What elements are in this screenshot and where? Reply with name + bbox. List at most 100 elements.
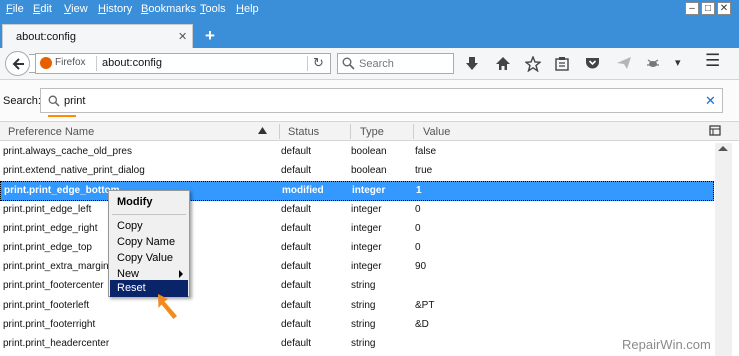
menu-tools[interactable]: Tools [200, 3, 226, 15]
pref-name: print.print_edge_left [3, 203, 92, 215]
maximize-button[interactable]: □ [701, 2, 715, 15]
scroll-up-arrow-icon[interactable] [718, 146, 728, 151]
pref-name: print.print_edge_right [3, 222, 98, 234]
menu-history[interactable]: History [98, 3, 132, 15]
bookmarks-menu-icon[interactable] [555, 56, 571, 72]
watermark: RepairWin.com [622, 337, 711, 352]
hamburger-menu-icon[interactable]: ☰ [705, 51, 720, 71]
url-text[interactable]: about:config [102, 57, 162, 69]
search-placeholder: Search [359, 58, 394, 70]
pocket-icon[interactable] [585, 56, 601, 72]
pref-name: print.print_extra_margin [3, 261, 109, 273]
table-row[interactable]: print.extend_native_print_dialog default… [0, 162, 714, 181]
pref-value: 0 [415, 222, 421, 234]
pref-name: print.print_edge_bottom [4, 185, 120, 197]
column-header-type[interactable]: Type [360, 126, 384, 138]
close-window-button[interactable]: ✕ [717, 2, 731, 15]
menu-item-label: Copy Value [117, 252, 174, 264]
back-arrow-icon [12, 58, 24, 70]
menu-item-label: Copy [117, 220, 143, 232]
pref-status: default [281, 222, 312, 234]
pointer-arrow-icon [158, 294, 177, 319]
pref-name: print.print_edge_top [3, 241, 92, 253]
pref-status: default [281, 337, 312, 349]
minimize-button[interactable]: – [685, 2, 699, 15]
pref-type: string [351, 337, 376, 349]
download-icon[interactable] [465, 56, 481, 72]
tab-close-icon[interactable]: ✕ [178, 30, 187, 43]
extension-icon[interactable] [645, 56, 661, 72]
pref-status: modified [282, 185, 324, 197]
menu-item-label: New [117, 268, 140, 280]
column-divider[interactable] [413, 124, 414, 139]
pref-status: default [281, 165, 312, 177]
menu-view[interactable]: View [64, 3, 88, 15]
column-divider[interactable] [350, 124, 351, 139]
table-header: Preference Name Status Type Value [0, 121, 739, 141]
pref-value: 0 [415, 241, 421, 253]
pref-value: &D [415, 318, 429, 330]
menu-item-label: Modify [117, 196, 153, 208]
sort-ascending-icon [258, 127, 267, 134]
pref-value: &PT [415, 299, 435, 311]
pref-type: boolean [351, 146, 387, 157]
config-search-input[interactable]: print ✕ [40, 88, 723, 117]
pref-value: 90 [415, 261, 427, 273]
pref-name: print.print_footerright [3, 318, 96, 330]
pref-type: integer [352, 185, 386, 197]
config-search-value: print [64, 95, 86, 107]
vertical-scrollbar[interactable] [715, 143, 732, 356]
firefox-icon [40, 57, 52, 69]
pref-status: default [281, 299, 312, 311]
table-row[interactable]: print.print_footerleft default string &P… [0, 297, 714, 316]
table-row[interactable]: print.print_headercenter default string [0, 335, 714, 354]
menu-edit[interactable]: Edit [33, 3, 52, 15]
search-icon [342, 57, 355, 70]
menu-item-copy-value[interactable]: Copy Value [110, 250, 188, 267]
clear-search-icon[interactable]: ✕ [705, 93, 716, 109]
pref-type: string [351, 280, 376, 292]
navigation-toolbar: Firefox about:config ↻ Search ▾ ☰ [0, 48, 739, 80]
menu-help[interactable]: Help [236, 3, 259, 15]
tab-about-config[interactable]: about:config ✕ [2, 24, 193, 49]
pref-type: integer [351, 222, 382, 234]
bookmark-star-icon[interactable] [525, 56, 541, 72]
tab-title: about:config [16, 31, 76, 43]
menu-file[interactable]: File [6, 3, 24, 15]
tab-strip: about:config ✕ + [0, 19, 739, 49]
menu-item-copy[interactable]: Copy [110, 218, 188, 235]
column-header-status[interactable]: Status [288, 126, 319, 138]
pref-value: false [415, 146, 437, 157]
new-tab-button[interactable]: + [205, 26, 215, 46]
home-icon[interactable] [495, 56, 511, 72]
column-divider[interactable] [279, 124, 280, 139]
pref-status: default [281, 203, 312, 215]
pref-type: integer [351, 203, 382, 215]
pref-type: boolean [351, 165, 387, 177]
pref-value: 0 [415, 203, 421, 215]
back-button[interactable] [5, 51, 30, 76]
menu-bookmarks[interactable]: Bookmarks [141, 3, 196, 15]
overflow-chevron-icon[interactable]: ▾ [675, 56, 681, 69]
menu-item-copy-name[interactable]: Copy Name [110, 234, 188, 251]
column-header-value[interactable]: Value [423, 126, 450, 138]
url-divider [96, 56, 97, 71]
pref-name: print.print_headercenter [3, 337, 110, 349]
url-bar[interactable]: Firefox about:config ↻ [35, 53, 331, 74]
config-search-label: Search: [3, 95, 41, 107]
column-header-name[interactable]: Preference Name [8, 126, 94, 138]
pref-status: default [281, 318, 312, 330]
pref-type: integer [351, 261, 382, 273]
column-picker-icon[interactable] [709, 125, 721, 137]
search-icon [48, 95, 60, 107]
table-row[interactable]: print.print_footerright default string &… [0, 316, 714, 335]
reload-icon[interactable]: ↻ [313, 55, 324, 71]
pref-name: print.always_cache_old_pres [3, 146, 132, 157]
table-row[interactable]: print.always_cache_old_pres default bool… [0, 143, 714, 162]
pref-status: default [281, 146, 312, 157]
web-search-box[interactable]: Search [337, 53, 454, 74]
menu-item-modify[interactable]: Modify [110, 194, 188, 211]
submenu-arrow-icon [179, 270, 183, 278]
search-underline [48, 115, 76, 117]
send-tab-icon[interactable] [616, 56, 632, 72]
